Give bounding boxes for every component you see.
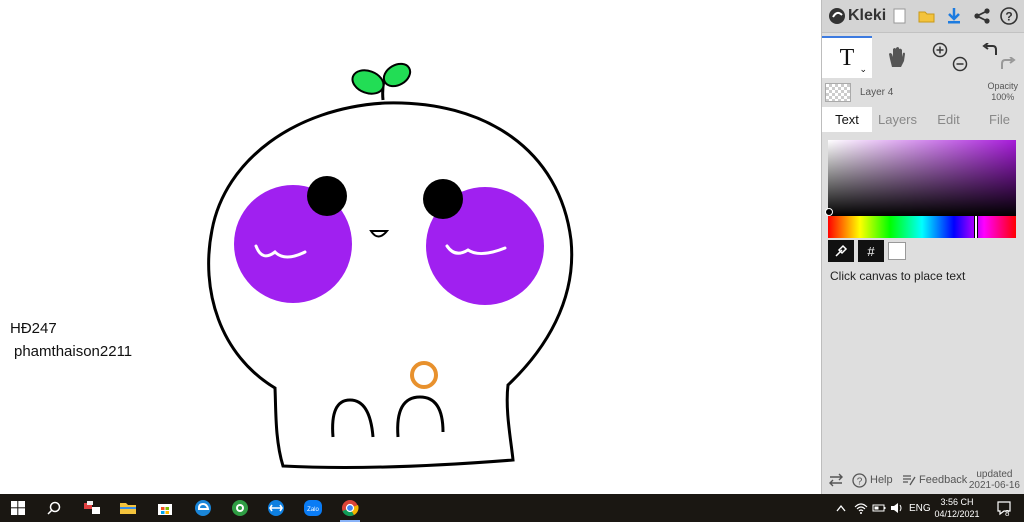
battery-icon[interactable] xyxy=(872,494,886,522)
language-indicator[interactable]: ENG xyxy=(909,494,931,522)
feedback-button[interactable]: Feedback xyxy=(902,466,967,494)
tab-edit[interactable]: Edit xyxy=(923,107,974,132)
hue-slider-handle[interactable] xyxy=(974,216,978,238)
new-file-icon[interactable] xyxy=(890,6,910,26)
clock-time: 3:56 CH xyxy=(940,497,974,507)
sprout-leaf-left xyxy=(351,69,385,95)
color-tools-row: # xyxy=(828,240,1016,262)
svg-text:?: ? xyxy=(857,476,863,487)
opacity-value: 100% xyxy=(991,92,1015,102)
hand-icon xyxy=(889,47,905,67)
chevron-down-icon: ⌄ xyxy=(859,64,867,74)
text-tool-button[interactable]: T ⌄ xyxy=(822,36,872,78)
layer-thumbnail xyxy=(825,83,851,102)
text-tool-glyph: T xyxy=(839,44,855,71)
clock-date: 04/12/2021 xyxy=(934,509,980,519)
undo-icon[interactable] xyxy=(980,40,1000,60)
edge-browser-icon[interactable] xyxy=(193,498,213,518)
store-icon[interactable] xyxy=(155,498,175,518)
hand-tool-button[interactable] xyxy=(882,36,912,78)
notification-count: 8 xyxy=(1005,508,1010,518)
app-name: Kleki xyxy=(848,7,887,24)
coccoc-browser-icon[interactable] xyxy=(230,498,250,518)
download-icon[interactable] xyxy=(944,6,964,26)
tray-overflow-icon[interactable] xyxy=(836,494,846,522)
zoom-out-icon[interactable] xyxy=(948,54,972,74)
eyedropper-button[interactable] xyxy=(828,240,854,262)
panel-tabs: Text Layers Edit File xyxy=(822,107,1024,132)
teamviewer-icon[interactable] xyxy=(266,498,286,518)
sv-cursor[interactable] xyxy=(825,208,833,216)
system-clock[interactable]: 3:56 CH 04/12/2021 xyxy=(934,496,980,520)
canvas-text-username: phamthaison2211 xyxy=(14,343,133,360)
drawing-canvas[interactable]: HĐ247 phamthaison2211 xyxy=(0,0,821,494)
tool-row: T ⌄ xyxy=(822,36,1024,80)
eyedropper-icon xyxy=(835,244,848,257)
tab-layers[interactable]: Layers xyxy=(872,107,923,132)
eye-right xyxy=(423,179,463,219)
kleki-logo[interactable]: Kleki xyxy=(828,5,886,27)
open-folder-icon[interactable] xyxy=(917,6,937,26)
search-icon[interactable] xyxy=(44,498,64,518)
opacity-label: Opacity xyxy=(987,81,1018,91)
canvas-text-hd247: HĐ247 xyxy=(10,320,57,337)
updated-date: 2021-06-16 xyxy=(968,480,1020,491)
feedback-icon xyxy=(903,475,916,486)
file-explorer-icon[interactable] xyxy=(118,498,138,518)
hex-input-button[interactable]: # xyxy=(858,240,884,262)
help-button[interactable]: ? Help xyxy=(852,466,893,494)
active-layer-row[interactable]: Layer 4 Opacity 100% xyxy=(822,80,1024,106)
feedback-label: Feedback xyxy=(919,474,968,486)
eye-left xyxy=(307,176,347,216)
zalo-icon-label: Zalo xyxy=(307,507,319,513)
wifi-icon[interactable] xyxy=(854,494,868,522)
zalo-icon[interactable]: Zalo xyxy=(303,498,323,518)
help-icon: ? xyxy=(852,472,867,488)
secondary-color-swatch[interactable] xyxy=(888,242,906,260)
swap-side-button[interactable] xyxy=(828,466,844,494)
sprout-leaf-right xyxy=(382,62,412,88)
text-tool-hint: Click canvas to place text xyxy=(830,269,966,283)
notification-icon[interactable]: 8 xyxy=(996,494,1011,522)
help-circle-icon[interactable]: ? xyxy=(999,6,1019,26)
layer-name: Layer 4 xyxy=(860,87,894,98)
updated-info[interactable]: updated 2021-06-16 xyxy=(969,469,1020,491)
volume-icon[interactable] xyxy=(890,494,904,522)
windows-taskbar: Zalo ENG 3:56 CH 04/12/2021 8 xyxy=(0,494,1024,522)
panel-topbar: Kleki ? xyxy=(822,0,1024,33)
swap-arrows-icon xyxy=(829,473,843,487)
tool-panel: Kleki ? T ⌄ Layer 4 Opacity 100% Text La… xyxy=(821,0,1024,494)
redo-icon[interactable] xyxy=(998,54,1018,74)
saturation-value-picker[interactable] xyxy=(825,140,1016,216)
hue-slider[interactable] xyxy=(828,216,1016,238)
chrome-icon[interactable] xyxy=(340,498,360,518)
tab-file[interactable]: File xyxy=(974,107,1024,132)
windows-start-icon[interactable] xyxy=(8,498,28,518)
share-icon[interactable] xyxy=(972,6,992,26)
updated-label: updated xyxy=(976,469,1013,480)
tab-text[interactable]: Text xyxy=(822,107,872,132)
skull-drawing xyxy=(207,62,574,469)
task-view-icon[interactable] xyxy=(82,498,102,518)
text-tab-body: # Click canvas to place text xyxy=(822,132,1024,283)
kleki-logo-icon xyxy=(829,8,845,24)
svg-text:?: ? xyxy=(1005,10,1012,24)
help-label: Help xyxy=(870,474,893,486)
panel-bottombar: ? Help Feedback updated 2021-06-16 xyxy=(822,466,1024,494)
layer-opacity: Opacity 100% xyxy=(987,81,1018,103)
